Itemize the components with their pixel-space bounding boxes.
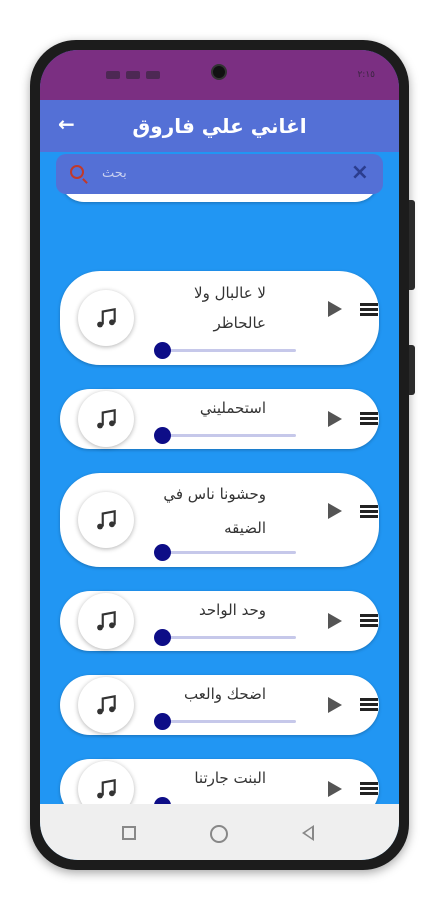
seek-bar[interactable] [154,427,296,444]
list-item[interactable]: اضحك والعب [60,675,379,735]
play-icon[interactable] [328,503,342,519]
music-note-icon [78,492,134,548]
song-title: البنت جارتنا [194,769,266,787]
close-icon[interactable]: × [351,160,369,185]
list-item[interactable]: لا عالبال ولا عالحاظر [60,271,379,365]
music-note-icon [78,677,134,733]
search-icon[interactable] [70,165,84,179]
list-item[interactable]: استحمليني [60,389,379,449]
wifi-icon [146,71,160,79]
song-title: لا عالبال ولا [194,284,266,302]
menu-icon[interactable] [360,303,378,317]
music-note-icon [78,290,134,346]
music-note-icon [78,761,134,804]
seek-knob[interactable] [154,342,171,359]
song-title: اضحك والعب [184,685,266,703]
status-icons [106,71,160,79]
page-title: اغاني علي فاروق [132,114,307,138]
search-input[interactable]: بحث [102,166,127,181]
list-item[interactable] [60,194,379,202]
seek-bar[interactable] [154,342,296,359]
menu-icon[interactable] [360,614,378,628]
back-triangle-icon[interactable] [302,825,314,841]
recent-apps-icon[interactable] [122,826,136,840]
seek-bar[interactable] [154,713,296,730]
menu-icon[interactable] [360,698,378,712]
song-title: وحد الواحد [199,601,266,619]
power-button [409,345,415,395]
play-icon[interactable] [328,411,342,427]
seek-knob[interactable] [154,629,171,646]
seek-knob[interactable] [154,797,171,804]
system-nav-bar [40,804,399,860]
song-title: وحشونا ناس في [163,485,266,503]
signal-icon [126,71,140,79]
song-title: استحمليني [199,399,266,417]
seek-bar[interactable] [154,544,296,561]
menu-icon[interactable] [360,782,378,796]
seek-bar[interactable] [154,629,296,646]
music-note-icon [78,391,134,447]
song-title-line2: عالحاظر [213,314,266,332]
search-bar[interactable]: بحث × [56,154,383,194]
list-item[interactable]: وحشونا ناس في الضيقه [60,473,379,567]
list-item[interactable]: البنت جارتنا [60,759,379,804]
battery-icon [106,71,120,79]
seek-knob[interactable] [154,713,171,730]
status-bar: ٢:١٥ [40,50,399,100]
song-title-line2: الضيقه [224,519,266,537]
list-item[interactable]: وحد الواحد [60,591,379,651]
app-bar: ← اغاني علي فاروق [40,100,399,152]
play-icon[interactable] [328,301,342,317]
song-list[interactable]: لا عالبال ولا عالحاظر استحمليني وحشونا ن… [40,194,399,804]
music-note-icon [78,593,134,649]
seek-knob[interactable] [154,544,171,561]
volume-button [409,200,415,290]
play-icon[interactable] [328,697,342,713]
seek-knob[interactable] [154,427,171,444]
status-time: ٢:١٥ [357,70,375,80]
play-icon[interactable] [328,613,342,629]
play-icon[interactable] [328,781,342,797]
menu-icon[interactable] [360,412,378,426]
screen: ٢:١٥ ← اغاني علي فاروق بحث × لا عالبال و… [40,50,399,860]
phone-frame: ٢:١٥ ← اغاني علي فاروق بحث × لا عالبال و… [30,40,415,870]
menu-icon[interactable] [360,505,378,519]
home-icon[interactable] [210,825,228,843]
camera-icon [211,64,227,80]
